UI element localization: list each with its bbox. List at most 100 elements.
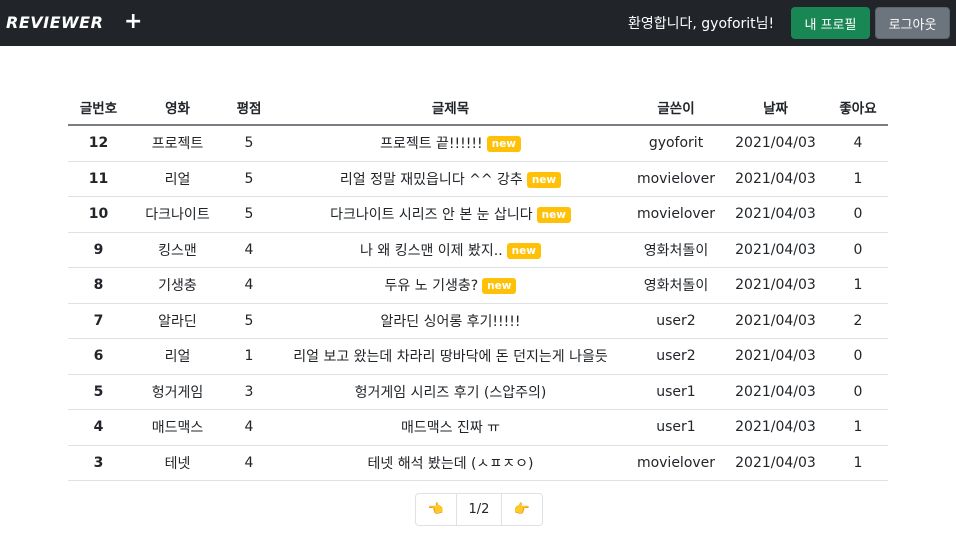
prev-page-icon[interactable]: 👈 xyxy=(416,494,457,525)
header-rating: 평점 xyxy=(226,90,272,126)
header-post-number: 글번호 xyxy=(68,90,129,126)
title-link[interactable]: 리얼 정말 재밌읍니다 ^^ 강추 xyxy=(340,172,523,188)
author-cell: movielover xyxy=(629,445,723,481)
title-link[interactable]: 프로젝트 끝!!!!!! xyxy=(380,136,483,152)
date-cell: 2021/04/03 xyxy=(723,161,828,197)
post-number-cell: 6 xyxy=(68,338,129,375)
author-cell: user2 xyxy=(629,303,723,339)
title-link[interactable]: 다크나이트 시리즈 안 본 눈 삽니다 xyxy=(330,207,533,223)
rating-cell: 5 xyxy=(226,125,272,162)
rating-cell: 4 xyxy=(226,445,272,481)
post-number-cell: 9 xyxy=(68,232,129,268)
rating-cell: 4 xyxy=(226,232,272,268)
likes-cell: 0 xyxy=(828,232,888,268)
title-link[interactable]: 나 왜 킹스맨 이제 봤지.. xyxy=(360,243,503,259)
table-row[interactable]: 9 킹스맨 4 나 왜 킹스맨 이제 봤지.. new 영화처돌이 2021/04/03 0 xyxy=(68,232,888,268)
logout-button[interactable]: 로그아웃 xyxy=(875,7,950,39)
table-row[interactable]: 4 매드맥스 4 매드맥스 진짜 ㅠ user1 2021/04/03 1 xyxy=(68,409,888,446)
title-cell[interactable]: 나 왜 킹스맨 이제 봤지.. new xyxy=(272,232,629,268)
table-row[interactable]: 6 리얼 1 리얼 보고 왔는데 차라리 땅바닥에 돈 던지는게 나을듯 user2 20… xyxy=(68,338,888,375)
title-link[interactable]: 알라딘 싱어롱 후기!!!!! xyxy=(380,314,520,330)
date-cell: 2021/04/03 xyxy=(723,125,828,162)
title-cell[interactable]: 다크나이트 시리즈 안 본 눈 삽니다 new xyxy=(272,196,629,233)
likes-cell: 1 xyxy=(828,267,888,304)
table-row[interactable]: 10 다크나이트 5 다크나이트 시리즈 안 본 눈 삽니다 new movielover… xyxy=(68,196,888,233)
pagination: 👈 1/2 👉 xyxy=(415,493,543,526)
movie-cell: 헝거게임 xyxy=(129,374,226,410)
title-cell[interactable]: 헝거게임 시리즈 후기 (스압주의) xyxy=(272,374,629,410)
likes-cell: 0 xyxy=(828,374,888,410)
likes-cell: 1 xyxy=(828,161,888,197)
movie-cell: 프로젝트 xyxy=(129,125,226,162)
rating-cell: 5 xyxy=(226,196,272,233)
post-number-cell: 7 xyxy=(68,303,129,339)
title-cell[interactable]: 두유 노 기생충? new xyxy=(272,267,629,304)
welcome-text: 환영합니다, gyoforit님! xyxy=(628,16,775,32)
new-badge: new xyxy=(506,242,541,259)
movie-cell: 매드맥스 xyxy=(129,409,226,446)
date-cell: 2021/04/03 xyxy=(723,267,828,304)
movie-cell: 킹스맨 xyxy=(129,232,226,268)
date-cell: 2021/04/03 xyxy=(723,232,828,268)
likes-cell: 1 xyxy=(828,445,888,481)
likes-cell: 1 xyxy=(828,409,888,446)
table-row[interactable]: 3 테넷 4 테넷 해석 봤는데 (ㅅㅍㅈㅇ) movielover 2021/04/03… xyxy=(68,445,888,481)
author-cell: 영화처돌이 xyxy=(629,232,723,268)
post-number-cell: 10 xyxy=(68,196,129,233)
movie-cell: 알라딘 xyxy=(129,303,226,339)
post-number-cell: 3 xyxy=(68,445,129,481)
brand-logo[interactable]: REVIEWER xyxy=(6,13,103,32)
header-likes: 좋아요 xyxy=(828,90,888,126)
post-number-cell: 11 xyxy=(68,161,129,197)
header-movie: 영화 xyxy=(129,90,226,126)
likes-cell: 0 xyxy=(828,196,888,233)
rating-cell: 4 xyxy=(226,267,272,304)
date-cell: 2021/04/03 xyxy=(723,409,828,446)
rating-cell: 5 xyxy=(226,161,272,197)
title-cell[interactable]: 리얼 보고 왔는데 차라리 땅바닥에 돈 던지는게 나을듯 xyxy=(272,338,629,375)
title-link[interactable]: 테넷 해석 봤는데 (ㅅㅍㅈㅇ) xyxy=(368,456,534,472)
new-badge: new xyxy=(482,278,517,295)
table-row[interactable]: 7 알라딘 5 알라딘 싱어롱 후기!!!!! user2 2021/04/03 2 xyxy=(68,303,888,339)
top-navbar: REVIEWER + 환영합니다, gyoforit님! 내 프로필 로그아웃 xyxy=(0,0,956,46)
title-cell[interactable]: 매드맥스 진짜 ㅠ xyxy=(272,409,629,446)
movie-cell: 다크나이트 xyxy=(129,196,226,233)
title-link[interactable]: 두유 노 기생충? xyxy=(385,278,479,294)
rating-cell: 4 xyxy=(226,409,272,446)
next-page-icon[interactable]: 👉 xyxy=(502,494,542,525)
author-cell: user2 xyxy=(629,338,723,375)
author-cell: gyoforit xyxy=(629,125,723,162)
new-badge: new xyxy=(526,171,562,188)
table-row[interactable]: 11 리얼 5 리얼 정말 재밌읍니다 ^^ 강추 new movielover 2021/… xyxy=(68,161,888,197)
movie-cell: 리얼 xyxy=(129,161,226,197)
author-cell: user1 xyxy=(629,409,723,446)
table-row[interactable]: 5 헝거게임 3 헝거게임 시리즈 후기 (스압주의) user1 2021/04/03 0 xyxy=(68,374,888,410)
author-cell: user1 xyxy=(629,374,723,410)
title-cell[interactable]: 알라딘 싱어롱 후기!!!!! xyxy=(272,303,629,339)
header-author: 글쓴이 xyxy=(629,90,723,126)
new-badge: new xyxy=(486,136,521,153)
movie-cell: 테넷 xyxy=(129,445,226,481)
date-cell: 2021/04/03 xyxy=(723,196,828,233)
title-link[interactable]: 리얼 보고 왔는데 차라리 땅바닥에 돈 던지는게 나을듯 xyxy=(293,349,608,365)
date-cell: 2021/04/03 xyxy=(723,445,828,481)
title-link[interactable]: 헝거게임 시리즈 후기 (스압주의) xyxy=(355,385,547,401)
table-row[interactable]: 12 프로젝트 5 프로젝트 끝!!!!!! new gyoforit 2021/04/03… xyxy=(68,125,888,162)
post-number-cell: 8 xyxy=(68,267,129,304)
title-link[interactable]: 매드맥스 진짜 ㅠ xyxy=(401,420,500,436)
my-profile-button[interactable]: 내 프로필 xyxy=(791,7,870,39)
add-review-icon[interactable]: + xyxy=(124,9,142,35)
rating-cell: 5 xyxy=(226,303,272,339)
date-cell: 2021/04/03 xyxy=(723,303,828,339)
title-cell[interactable]: 프로젝트 끝!!!!!! new xyxy=(272,125,629,162)
table-row[interactable]: 8 기생충 4 두유 노 기생충? new 영화처돌이 2021/04/03 1 xyxy=(68,267,888,304)
movie-cell: 기생충 xyxy=(129,267,226,304)
date-cell: 2021/04/03 xyxy=(723,338,828,375)
likes-cell: 2 xyxy=(828,303,888,339)
movie-cell: 리얼 xyxy=(129,338,226,375)
likes-cell: 0 xyxy=(828,338,888,375)
table-header-row: 글번호 영화 평점 글제목 글쓴이 날짜 좋아요 xyxy=(68,90,888,126)
title-cell[interactable]: 테넷 해석 봤는데 (ㅅㅍㅈㅇ) xyxy=(272,445,629,481)
title-cell[interactable]: 리얼 정말 재밌읍니다 ^^ 강추 new xyxy=(272,161,629,197)
review-table: 글번호 영화 평점 글제목 글쓴이 날짜 좋아요 12 프로젝트 5 프로젝트 끝!!… xyxy=(68,90,888,481)
